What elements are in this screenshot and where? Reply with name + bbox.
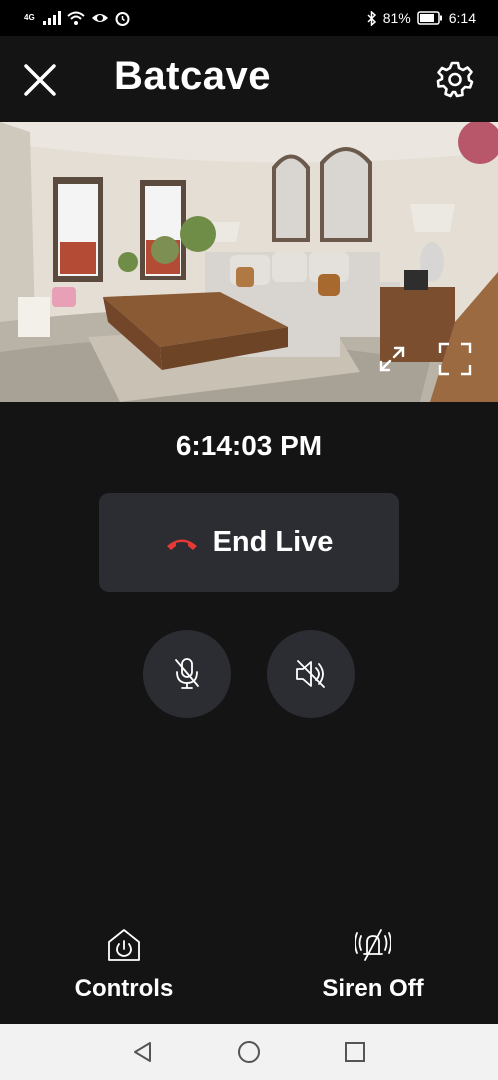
expand-button[interactable] [376, 343, 408, 375]
system-nav-bar [0, 1024, 498, 1080]
page-title: Batcave [114, 54, 271, 98]
live-view-screen: 4G 81% 6:14 Batcave 6:14:03 PM End Live … [0, 0, 498, 1080]
back-icon [134, 1042, 151, 1062]
status-bar: 4G 81% 6:14 [0, 0, 498, 36]
recents-icon [345, 1042, 365, 1062]
nav-back-button[interactable] [131, 1040, 155, 1064]
close-button[interactable] [20, 60, 60, 100]
eye-icon [91, 14, 108, 22]
settings-button[interactable] [436, 60, 474, 98]
live-timestamp: 6:14:03 PM [175, 430, 323, 461]
nav-recents-button[interactable] [343, 1040, 367, 1064]
end-live-label: End Live [212, 526, 334, 558]
fullscreen-icon [438, 342, 472, 376]
mic-toggle-button[interactable] [143, 630, 231, 718]
expand-icon [379, 346, 405, 372]
header: Batcave [0, 36, 498, 122]
battery-percent: 81% [382, 10, 411, 26]
mic-muted-icon [175, 658, 199, 689]
close-icon [24, 64, 56, 96]
signal-icon [42, 11, 61, 25]
battery-icon [417, 11, 442, 25]
nav-home-button[interactable] [237, 1040, 261, 1064]
status-right: 81% 6:14 [367, 10, 476, 26]
speaker-toggle-button[interactable] [267, 630, 355, 718]
camera-image [0, 122, 498, 402]
home-power-icon [108, 929, 140, 961]
hangup-icon [166, 539, 197, 550]
home-icon [238, 1041, 260, 1063]
network-type: 4G [24, 13, 35, 22]
alarm-icon [115, 11, 130, 26]
wifi-icon [67, 11, 85, 25]
controls-label: Controls [74, 975, 174, 1002]
siren-label: Siren Off [322, 975, 424, 1002]
camera-feed[interactable] [0, 122, 498, 402]
controls-button[interactable]: Controls [24, 928, 224, 1003]
status-time: 6:14 [448, 10, 476, 26]
siren-button[interactable]: Siren Off [273, 928, 473, 1003]
end-live-button[interactable]: End Live [99, 493, 399, 592]
fullscreen-button[interactable] [438, 342, 472, 376]
speaker-muted-icon [296, 660, 325, 688]
bluetooth-icon [367, 10, 376, 26]
status-left: 4G [24, 11, 130, 26]
siren-off-icon [354, 929, 392, 961]
gear-icon [436, 61, 474, 98]
